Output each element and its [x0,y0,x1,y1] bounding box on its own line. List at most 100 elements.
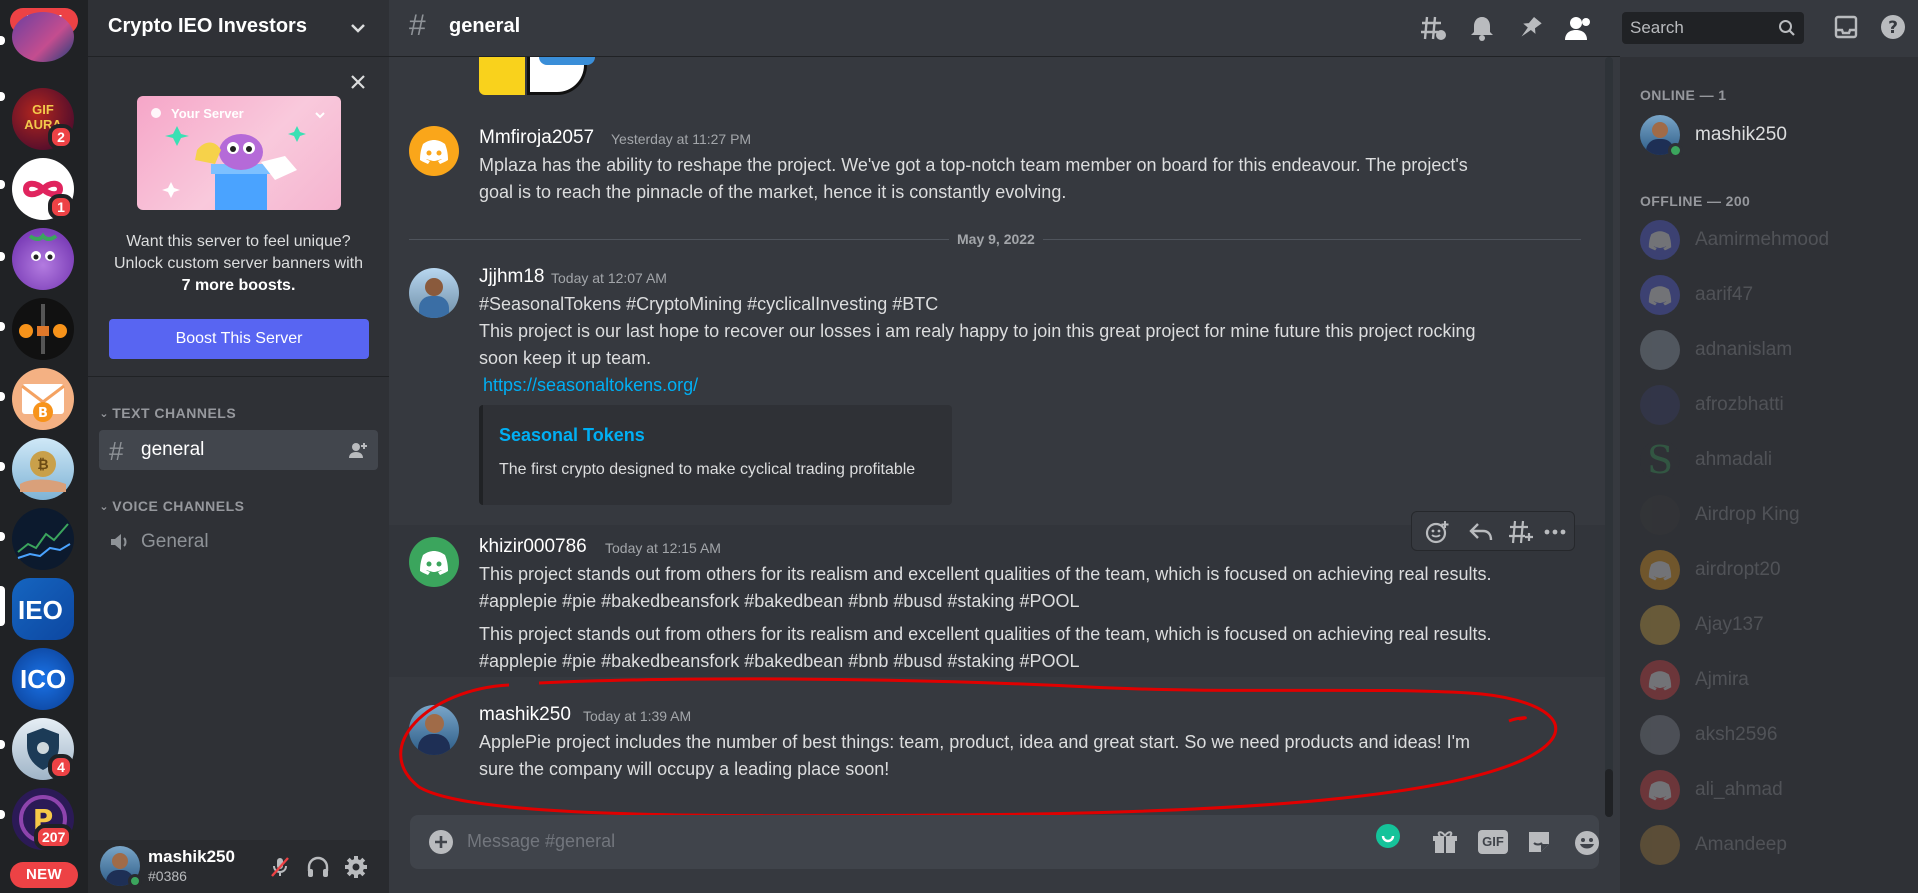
voice-channel-general[interactable]: General [99,522,378,562]
member-item[interactable]: aarif47 [1640,275,1910,319]
member-name: Ajay137 [1695,614,1764,635]
member-item[interactable]: ali_ahmad [1640,770,1910,814]
member-list-icon[interactable] [1563,14,1591,42]
unread-pill [0,322,5,331]
help-icon[interactable]: ? [1879,13,1907,41]
invite-user-icon[interactable] [348,441,368,459]
member-name: adnanislam [1695,339,1793,360]
scrollbar-thumb[interactable] [1605,769,1613,817]
member-item[interactable]: Ajay137 [1640,605,1910,649]
gift-icon[interactable] [1432,829,1458,855]
unread-pill [0,810,5,819]
member-list: ONLINE — 1 mashik250 OFFLINE — 200 Aamir… [1620,57,1918,893]
gif-button[interactable]: GIF [1478,830,1508,854]
unread-pill [0,252,5,261]
member-item[interactable]: Aamirmehmood [1640,220,1910,264]
svg-text:₿: ₿ [37,457,48,473]
member-item[interactable]: S ahmadali [1640,440,1910,484]
grammarly-icon[interactable] [1375,823,1401,849]
member-item[interactable]: Amandeep [1640,825,1910,869]
username: mashik250 [148,847,235,866]
unread-pill [0,740,5,749]
inbox-icon[interactable] [1833,14,1859,40]
avatar [1640,275,1680,315]
server-purple-monster[interactable] [12,228,74,290]
svg-text:?: ? [1888,18,1898,38]
message-input[interactable]: Message #general [467,831,615,852]
threads-icon[interactable] [1419,14,1447,42]
boost-server-button[interactable]: Boost This Server [109,319,369,359]
discord-app: NEW GIF AURA 2 1 B [0,0,1918,893]
avatar [1640,495,1680,535]
message-composer: Message #general GIF [410,815,1599,869]
chevron-down-icon: ⌄ [99,499,110,513]
unread-pill [0,392,5,401]
server-ieo[interactable]: IEO [12,578,74,640]
unread-pill [0,36,5,45]
chat-main: # general Search ? Mmfiroja2057 Yesterda… [389,0,1905,893]
channel-name: General [141,531,209,552]
bell-icon[interactable] [1469,14,1495,42]
member-name: Amandeep [1695,834,1787,855]
member-item[interactable]: airdropt20 [1640,550,1910,594]
member-name: aksh2596 [1695,724,1778,745]
online-header: ONLINE — 1 [1640,87,1727,103]
mention-badge: 1 [48,194,74,220]
server-bitcoin-hand[interactable]: ₿ [12,438,74,500]
member-name: Aamirmehmood [1695,229,1830,250]
server-header[interactable]: Crypto IEO Investors [88,0,389,57]
member-name: afrozbhatti [1695,394,1784,415]
text-channels-category[interactable]: ⌄ TEXT CHANNELS [98,405,236,422]
avatar [1640,385,1680,425]
user-tag: #0386 [148,868,187,884]
close-icon[interactable] [347,71,369,93]
pin-icon[interactable] [1517,14,1543,42]
scrollbar-track[interactable] [1605,57,1613,817]
channel-item-general[interactable]: # general [99,430,378,470]
channel-title: general [449,15,521,37]
member-name: ahmadali [1695,449,1773,470]
unread-pill [0,180,5,189]
message-list: Mmfiroja2057 Yesterday at 11:27 PM Mplaz… [389,57,1620,820]
member-item[interactable]: Airdrop King [1640,495,1910,539]
emoji-icon[interactable] [1573,829,1601,857]
red-annotation-ellipse [399,677,1558,818]
chevron-down-icon[interactable] [347,17,369,39]
server-chart[interactable] [12,508,74,570]
avatar [1640,330,1680,370]
avatar [1640,715,1680,755]
member-item[interactable]: aksh2596 [1640,715,1910,759]
member-name: Airdrop King [1695,504,1800,525]
category-label: TEXT CHANNELS [112,405,237,421]
member-item[interactable]: afrozbhatti [1640,385,1910,429]
member-item[interactable]: Ajmira [1640,660,1910,704]
server-ico[interactable]: ICO [12,648,74,710]
gear-icon[interactable] [344,855,368,879]
svg-text:S: S [1647,440,1673,480]
search-input[interactable]: Search [1622,12,1804,44]
chat-header: # general Search ? [389,0,1905,57]
selected-pill [0,586,5,626]
server-envelope-bitcoin[interactable]: B [12,368,74,430]
hash-icon: # [109,436,124,466]
muted-mic-icon[interactable] [268,855,292,879]
search-placeholder: Search [1630,18,1684,37]
member-item[interactable]: adnanislam [1640,330,1910,374]
online-status-indicator [1668,143,1683,158]
member-name: Ajmira [1695,669,1749,690]
add-attachment-icon[interactable] [428,829,454,855]
member-item[interactable]: mashik250 [1640,115,1910,159]
sticker-icon[interactable] [1526,829,1552,855]
channel-name: general [141,439,205,460]
online-status-indicator [128,874,142,888]
channel-sidebar: Crypto IEO Investors Your Server Want th… [88,0,389,893]
server-icon-1[interactable] [12,12,74,62]
svg-text:B: B [38,406,48,421]
headphones-icon[interactable] [306,855,330,879]
server-crypto-coins[interactable] [12,298,74,360]
boost-text: Want this server to feel unique? Unlock … [88,231,389,297]
voice-channels-category[interactable]: ⌄ VOICE CHANNELS [98,498,244,515]
new-servers-badge[interactable]: NEW [10,862,78,888]
boost-promo-card: Your Server Want this server to feel uni… [88,57,389,377]
gift-characters-icon [162,126,306,210]
